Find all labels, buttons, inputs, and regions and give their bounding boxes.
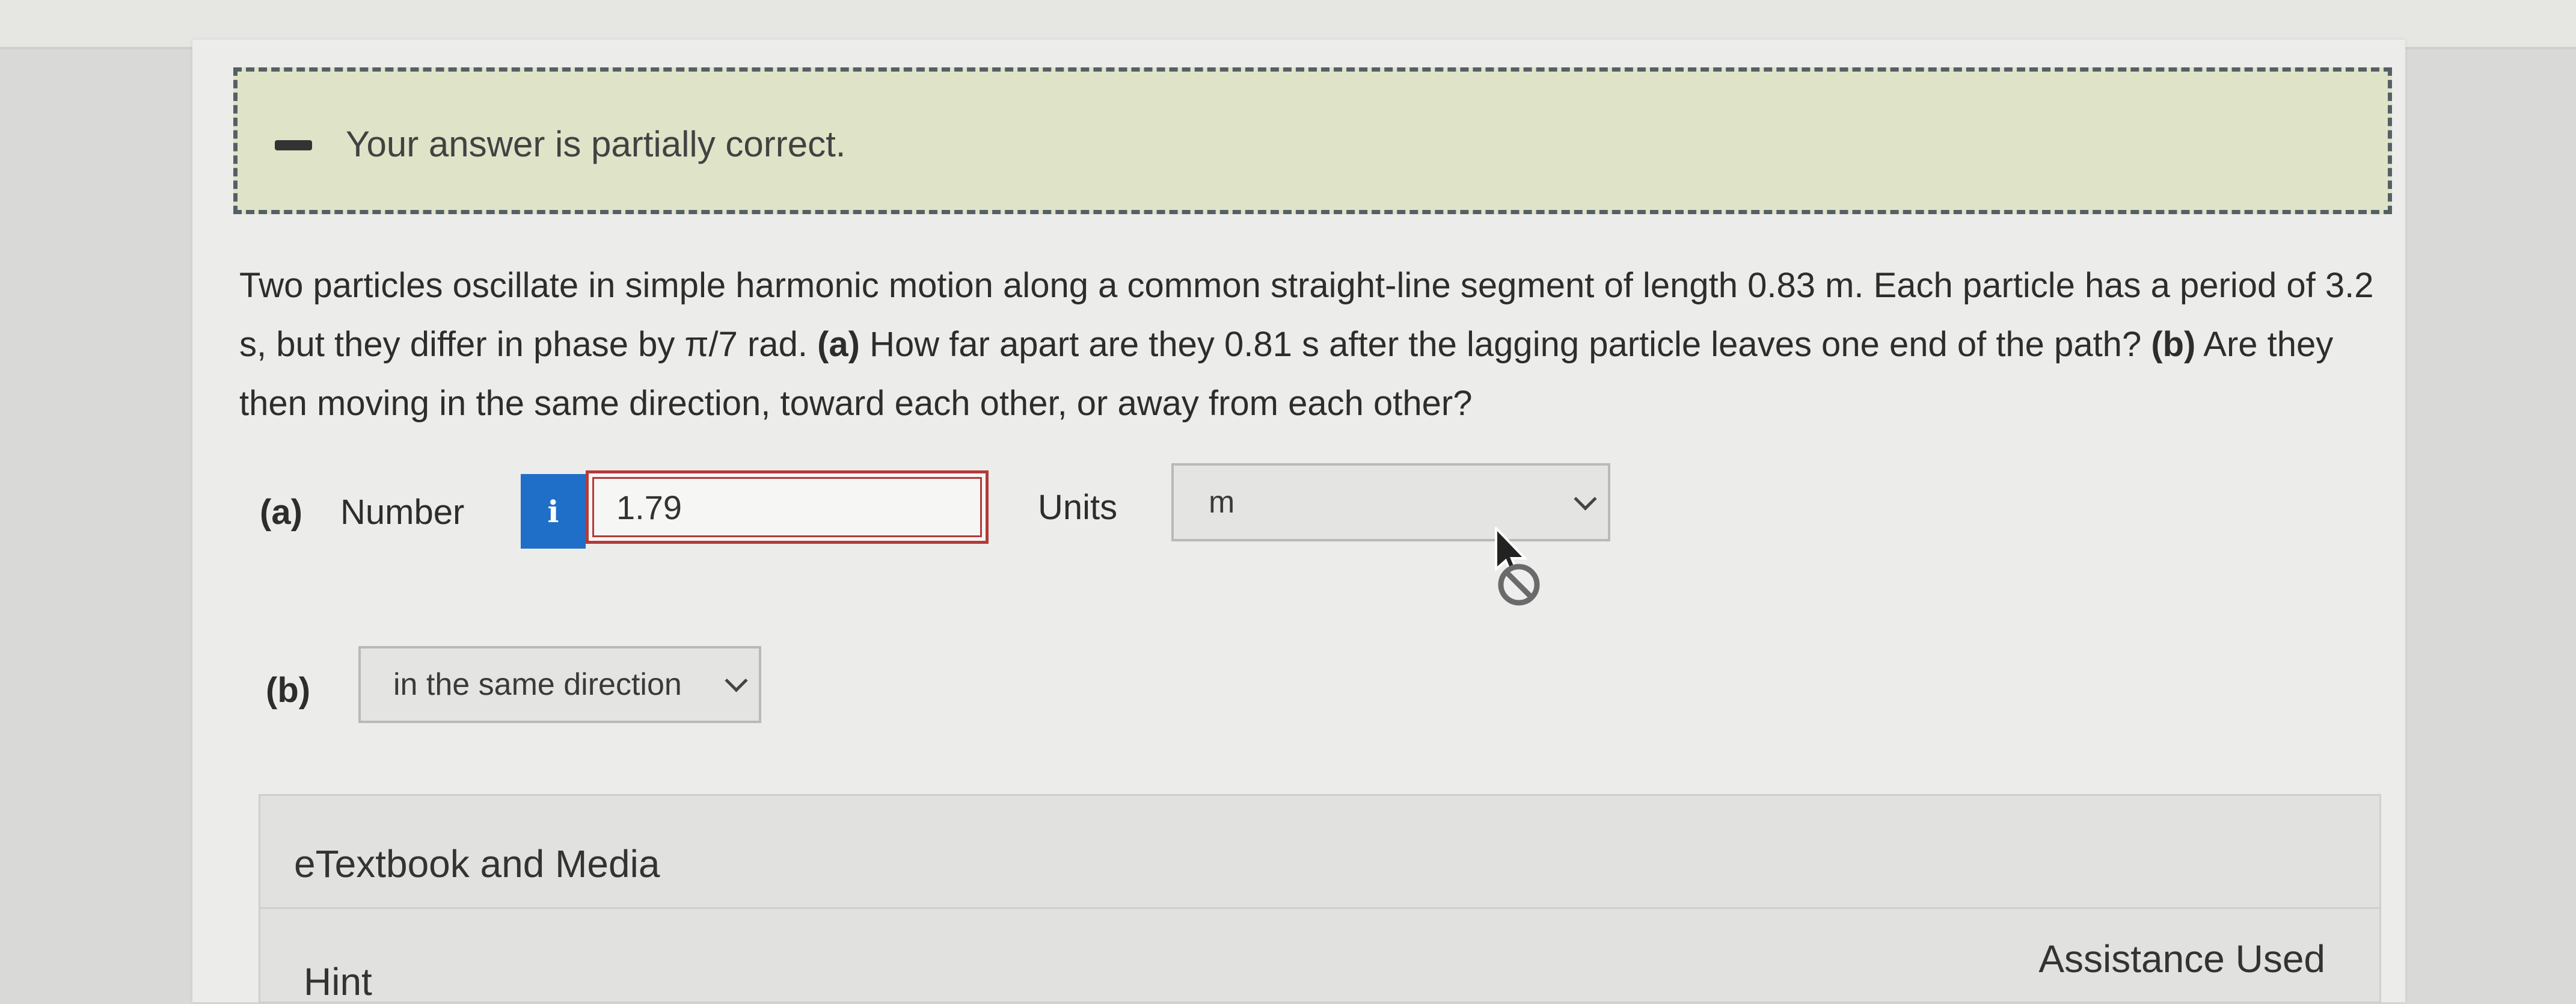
- direction-select[interactable]: in the same direction: [358, 646, 761, 723]
- chevron-down-icon: [1574, 487, 1597, 511]
- partial-correct-icon: [275, 140, 312, 150]
- units-select-value: m: [1209, 485, 1235, 520]
- part-b-label: (b): [266, 671, 311, 710]
- feedback-message: Your answer is partially correct.: [346, 124, 846, 164]
- number-input-value: 1.79: [616, 488, 682, 526]
- chevron-down-icon: [725, 669, 748, 692]
- etextbook-media-section[interactable]: eTextbook and Media: [259, 794, 2381, 912]
- units-label: Units: [1038, 488, 1118, 527]
- question-text: Two particles oscillate in simple harmon…: [239, 256, 2392, 433]
- question-part-b-label: (b): [2151, 325, 2196, 364]
- etextbook-media-label: eTextbook and Media: [294, 842, 660, 885]
- hint-label: Hint: [304, 960, 372, 1003]
- number-input[interactable]: 1.79: [586, 470, 989, 544]
- hint-section[interactable]: Hint Assistance Used: [259, 907, 2381, 1003]
- feedback-banner: Your answer is partially correct.: [233, 67, 2392, 214]
- mouse-cursor-not-allowed-icon: [1494, 525, 1554, 614]
- question-part-a-label: (a): [817, 325, 860, 364]
- info-button[interactable]: i: [521, 474, 586, 549]
- part-a-label: (a): [260, 493, 302, 532]
- info-icon: i: [547, 493, 559, 529]
- assistance-used-label: Assistance Used: [2038, 937, 2325, 981]
- question-text-part-2: How far apart are they 0.81 s after the …: [859, 325, 2151, 364]
- number-label: Number: [340, 493, 465, 532]
- direction-select-value: in the same direction: [393, 667, 682, 702]
